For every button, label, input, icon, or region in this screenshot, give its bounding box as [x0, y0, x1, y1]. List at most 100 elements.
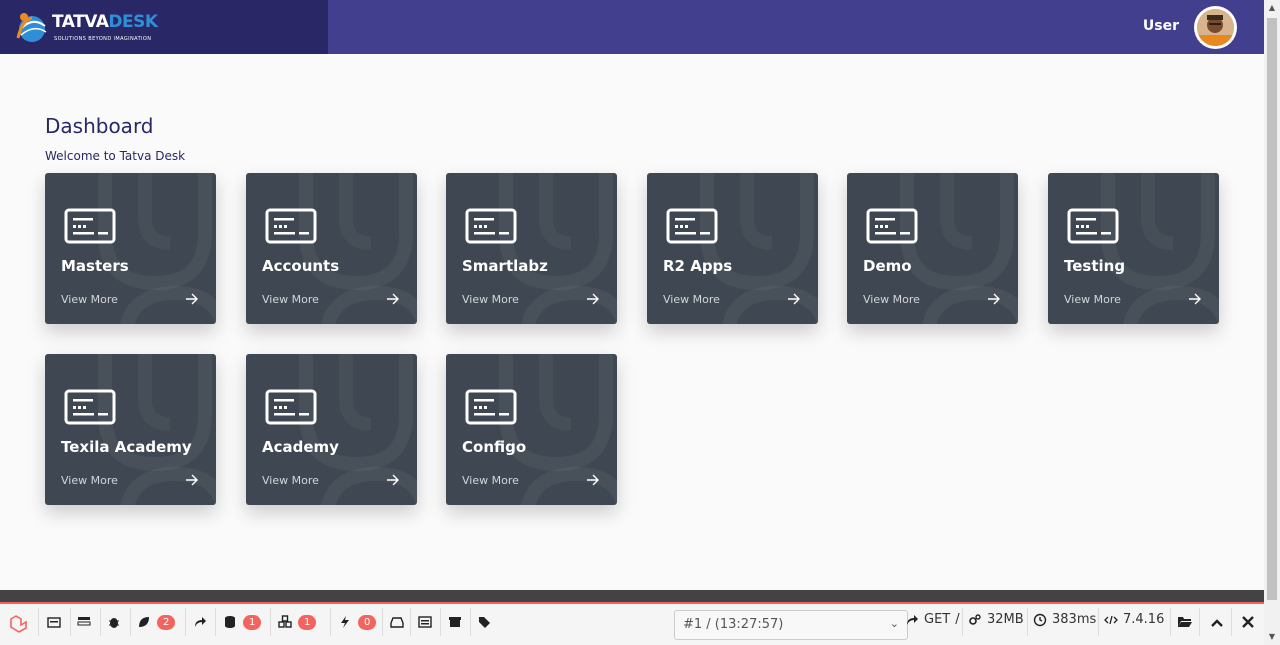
arrow-right-icon[interactable] [185, 292, 199, 306]
view-more-link[interactable]: View More [1064, 293, 1121, 306]
request-route: / [955, 612, 960, 627]
events-badge: 0 [358, 614, 377, 630]
module-card[interactable]: Masters View More [45, 173, 216, 324]
avatar-image [1197, 9, 1234, 46]
method-info[interactable]: GET / [905, 612, 960, 627]
module-card[interactable]: Texila Academy View More [45, 354, 216, 505]
view-more-link[interactable]: View More [61, 474, 118, 487]
module-card[interactable]: Smartlabz View More [446, 173, 617, 324]
views-tab[interactable]: 2 [137, 610, 176, 634]
logo[interactable]: TATVADESK SOLUTIONS BEYOND IMAGINATION [0, 0, 328, 54]
session-tab[interactable] [448, 610, 462, 634]
page-title: Dashboard [45, 114, 154, 138]
request-select-value: #1 / (13:27:57) [683, 617, 784, 632]
view-more-link[interactable]: View More [61, 293, 118, 306]
window-icon [418, 616, 432, 628]
id-card-icon [465, 208, 517, 244]
code-icon [1104, 615, 1118, 624]
id-card-icon [1067, 208, 1119, 244]
chevron-down-icon: ⌄ [889, 617, 899, 630]
debug-bar: 2 1 1 0 #1 / (13:27:57) ⌄ GET / 32MB 383… [0, 602, 1264, 645]
exceptions-tab[interactable] [107, 610, 121, 634]
php-version: 7.4.16 [1123, 612, 1165, 627]
database-icon [225, 616, 235, 628]
messages-tab[interactable] [47, 610, 61, 634]
request-select[interactable]: #1 / (13:27:57) ⌄ [674, 610, 908, 640]
route-tab[interactable] [193, 610, 207, 634]
tasks-icon [77, 617, 91, 626]
module-card[interactable]: Testing View More [1048, 173, 1219, 324]
request-time: 383ms [1052, 612, 1097, 627]
id-card-icon [265, 389, 317, 425]
card-title: Masters [61, 257, 129, 275]
folder-open-icon[interactable] [1177, 614, 1193, 630]
view-more-link[interactable]: View More [262, 474, 319, 487]
memory-info[interactable]: 32MB [968, 612, 1024, 627]
scroll-up-icon[interactable]: ▲ [1267, 3, 1277, 13]
scroll-thumb[interactable] [1267, 18, 1277, 600]
inbox-icon [390, 617, 404, 628]
tags-icon [479, 617, 490, 628]
user-name[interactable]: User [1143, 18, 1179, 34]
id-card-icon [866, 208, 918, 244]
timeline-tab[interactable] [77, 610, 91, 634]
arrow-right-icon[interactable] [586, 292, 600, 306]
logo-tagline: SOLUTIONS BEYOND IMAGINATION [54, 36, 152, 42]
avatar[interactable] [1194, 6, 1237, 49]
cubes-icon [278, 615, 292, 628]
events-tab[interactable]: 0 [338, 610, 377, 634]
views-badge: 2 [157, 614, 176, 630]
module-card[interactable]: Academy View More [246, 354, 417, 505]
view-more-link[interactable]: View More [462, 293, 519, 306]
scroll-down-icon[interactable]: ▼ [1267, 632, 1277, 642]
close-icon[interactable] [1240, 614, 1256, 630]
mail-tab[interactable] [390, 610, 404, 634]
laravel-logo-icon[interactable] [8, 614, 30, 636]
queries-badge: 1 [243, 614, 262, 630]
arrow-right-icon[interactable] [386, 473, 400, 487]
share-icon [907, 614, 918, 625]
id-card-icon [465, 389, 517, 425]
arrow-right-icon[interactable] [787, 292, 801, 306]
arrow-right-icon[interactable] [987, 292, 1001, 306]
memory-usage: 32MB [987, 612, 1024, 627]
arrow-right-icon[interactable] [386, 292, 400, 306]
logo-text: TATVADESK [52, 12, 158, 32]
card-title: Smartlabz [462, 257, 548, 275]
arrow-right-icon[interactable] [185, 473, 199, 487]
request-method: GET [924, 612, 951, 627]
module-card[interactable]: R2 Apps View More [647, 173, 818, 324]
module-card[interactable]: Configo View More [446, 354, 617, 505]
id-card-icon [64, 208, 116, 244]
queries-tab[interactable]: 1 [223, 610, 262, 634]
view-more-link[interactable]: View More [462, 474, 519, 487]
top-header: TATVADESK SOLUTIONS BEYOND IMAGINATION U… [0, 0, 1264, 54]
id-card-icon [666, 208, 718, 244]
view-more-link[interactable]: View More [863, 293, 920, 306]
id-card-icon [265, 208, 317, 244]
archive-icon [449, 617, 461, 627]
arrow-right-icon[interactable] [1188, 292, 1202, 306]
time-info[interactable]: 383ms [1033, 612, 1096, 627]
page-scrollbar[interactable]: ▲ ▼ [1264, 0, 1280, 645]
view-more-link[interactable]: View More [663, 293, 720, 306]
cogs-icon [969, 613, 981, 625]
arrow-right-icon[interactable] [586, 473, 600, 487]
view-more-link[interactable]: View More [262, 293, 319, 306]
module-card[interactable]: Accounts View More [246, 173, 417, 324]
bug-icon [109, 618, 119, 628]
models-badge: 1 [298, 614, 317, 630]
gates-tab[interactable] [478, 610, 492, 634]
chevron-up-icon[interactable] [1209, 615, 1225, 631]
footer-band [0, 590, 1264, 602]
request-tab[interactable] [418, 610, 432, 634]
php-version-info[interactable]: 7.4.16 [1104, 612, 1164, 627]
models-tab[interactable]: 1 [278, 610, 317, 634]
module-card[interactable]: Demo View More [847, 173, 1018, 324]
card-title: Demo [863, 257, 912, 275]
card-title: Testing [1064, 257, 1126, 275]
card-title: Configo [462, 438, 527, 456]
leaf-icon [139, 617, 149, 627]
card-title: R2 Apps [663, 257, 733, 275]
card-title: Academy [262, 438, 339, 456]
